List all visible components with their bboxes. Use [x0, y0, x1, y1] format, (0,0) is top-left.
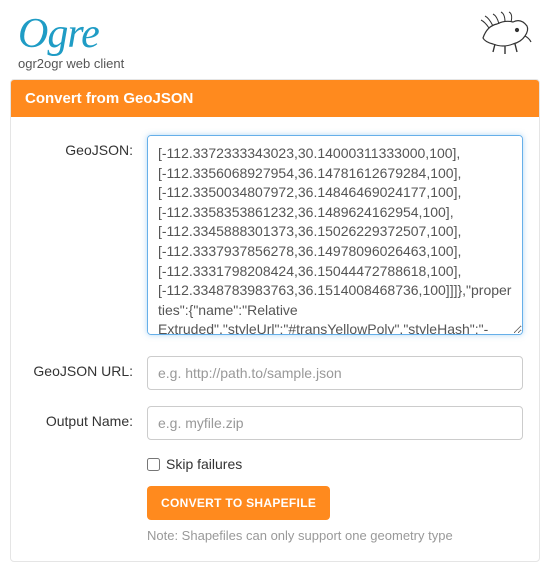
- geojson-url-input[interactable]: [147, 356, 523, 390]
- subtitle: ogr2ogr web client: [18, 56, 532, 71]
- geojson-panel: Convert from GeoJSON GeoJSON: GeoJSON UR…: [10, 79, 540, 562]
- skip-failures-checkbox[interactable]: [147, 458, 160, 471]
- output-name-label: Output Name:: [27, 406, 147, 429]
- skip-failures-row: Skip failures: [147, 456, 523, 472]
- panel-body: GeoJSON: GeoJSON URL: Output Name: Skip …: [11, 117, 539, 561]
- logo: Ogre: [18, 10, 532, 58]
- boar-icon: [475, 8, 535, 58]
- geojson-label: GeoJSON:: [27, 135, 147, 158]
- panel-heading: Convert from GeoJSON: [11, 80, 539, 117]
- geojson-row: GeoJSON:: [27, 135, 523, 340]
- skip-failures-label: Skip failures: [166, 456, 242, 472]
- geojson-textarea[interactable]: [147, 135, 523, 335]
- convert-button[interactable]: CONVERT TO SHAPEFILE: [147, 486, 330, 520]
- output-name-row: Output Name:: [27, 406, 523, 440]
- output-name-input[interactable]: [147, 406, 523, 440]
- page-header: Ogre ogr2ogr web client: [0, 0, 550, 79]
- geojson-url-row: GeoJSON URL:: [27, 356, 523, 390]
- geojson-url-label: GeoJSON URL:: [27, 356, 147, 379]
- geometry-note: Note: Shapefiles can only support one ge…: [147, 528, 523, 543]
